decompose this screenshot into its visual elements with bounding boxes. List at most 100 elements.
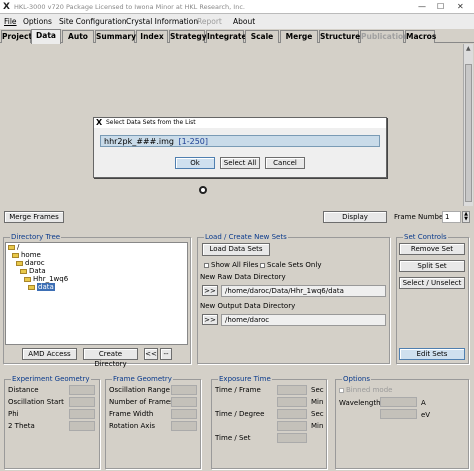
raw-data-directory-field[interactable]: /home/daroc/Data/Hhr_1wq6/data [221,285,386,297]
two-theta-label: 2 Theta [8,422,35,430]
dialog-titlebar: X Select Data Sets from the List [94,118,386,128]
number-of-frames-field[interactable] [171,397,197,407]
frame-width-field[interactable] [171,409,197,419]
out-dir-browse-button[interactable]: >> [202,314,218,325]
menu-crystal-information[interactable]: Crystal Information [126,17,198,26]
tab-structure[interactable]: Structure [319,30,360,43]
maximize-icon[interactable]: ☐ [437,2,444,11]
select-unselect-button[interactable]: Select / Unselect [399,277,465,289]
tab-merge[interactable]: Merge [280,30,318,43]
time-per-frame-field[interactable] [277,385,307,395]
number-of-frames-label: Number of Frames [109,398,174,406]
dash-button[interactable]: -- [160,348,172,360]
energy-unit-ev: eV [421,411,431,419]
merge-frames-button[interactable]: Merge Frames [4,211,64,223]
show-all-files-checkbox[interactable]: Show All Files [204,261,258,269]
distance-field[interactable] [69,385,95,395]
tab-macros[interactable]: Macros [405,30,436,43]
menu-report[interactable]: Report [197,17,222,26]
tree-item-root[interactable]: / [8,243,19,251]
tab-project[interactable]: Project [1,30,32,43]
wavelength-label: Wavelength [339,399,381,407]
tab-data[interactable]: Data [31,29,61,44]
create-directory-button[interactable]: Create Directory [83,348,138,368]
back-button[interactable]: << [144,348,158,360]
time-extra-field[interactable] [277,421,307,431]
load-data-sets-button[interactable]: Load Data Sets [202,243,270,256]
wavelength-field[interactable] [380,397,417,407]
oscillation-start-field[interactable] [69,397,95,407]
cancel-button[interactable]: Cancel [265,157,305,169]
minimize-icon[interactable]: — [418,2,426,11]
app-logo-icon: X [3,2,10,12]
split-set-button[interactable]: Split Set [399,260,465,272]
checkbox-icon [260,262,265,268]
menu-about[interactable]: About [233,17,255,26]
display-button[interactable]: Display [323,211,387,223]
folder-icon [16,260,23,266]
dialog-logo-icon: X [96,118,103,127]
rotation-axis-label: Rotation Axis [109,422,156,430]
time-per-frame-unit: Sec [311,386,324,394]
load-create-sets-panel: Load / Create New Sets [197,233,390,364]
checkbox-icon [339,387,344,393]
amd-access-button[interactable]: AMD Access [22,348,77,360]
time-per-set-label: Time / Set [215,434,251,442]
tree-item-daroc[interactable]: daroc [16,259,45,267]
tab-publication[interactable]: Publication [360,30,409,43]
tree-item-home[interactable]: home [12,251,41,259]
tree-item-data-selected[interactable]: data [28,283,55,291]
distance-label: Distance [8,386,39,394]
oscillation-range-field[interactable] [171,385,197,395]
raw-dir-browse-button[interactable]: >> [202,285,218,296]
scroll-up-icon[interactable]: ▲ [466,45,471,52]
frame-width-label: Frame Width [109,410,154,418]
frame-number-spinner[interactable]: ▲ ▼ [462,211,470,223]
rotation-axis-field[interactable] [171,421,197,431]
experiment-geometry-title: Experiment Geometry [11,375,91,383]
two-theta-field[interactable] [69,421,95,431]
dialog-title: Select Data Sets from the List [106,119,196,126]
output-data-directory-label: New Output Data Directory [200,302,296,310]
tab-bar: Project Data Auto Summary Index Strategy… [0,29,474,44]
set-controls-panel: Set Controls [396,233,469,364]
menu-site-configuration[interactable]: Site Configuration [59,17,127,26]
time-min-unit-2: Min [311,422,324,430]
output-data-directory-field[interactable]: /home/daroc [221,314,386,326]
license-text: Package Licensed to Iwona Minor at HKL R… [66,3,245,11]
phi-field[interactable] [69,409,95,419]
oscillation-start-label: Oscillation Start [8,398,64,406]
close-icon[interactable]: ✕ [457,2,464,11]
tree-item-hhr-1wq6[interactable]: Hhr_1wq6 [24,275,68,283]
tab-summary[interactable]: Summary [95,30,136,43]
binned-mode-checkbox[interactable]: Binned mode [339,386,392,394]
frame-number-input[interactable]: 1 [442,211,461,223]
menu-file[interactable]: File [4,17,17,26]
folder-icon [24,276,31,282]
tab-scale[interactable]: Scale [245,30,279,43]
window-titlebar: X HKL-3000 v720 Package Licensed to Iwon… [0,0,474,14]
select-all-button[interactable]: Select All [220,157,260,169]
tab-index[interactable]: Index [136,30,168,43]
time-min-field[interactable] [277,397,307,407]
menu-options[interactable]: Options [23,17,52,26]
time-per-degree-field[interactable] [277,409,307,419]
ok-button[interactable]: Ok [175,157,215,169]
tab-strategy[interactable]: Strategy [169,30,207,43]
tab-auto[interactable]: Auto [62,30,94,43]
directory-tree[interactable]: / home daroc Data Hhr_1wq6 data [5,242,188,345]
raw-data-directory-label: New Raw Data Directory [200,273,286,281]
edit-sets-button[interactable]: Edit Sets [399,348,465,360]
frame-number-label: Frame Number [394,213,447,221]
data-set-list-entry[interactable]: hhr2pk_###.img [1-250] [100,135,380,147]
tab-integrate[interactable]: Integrate [206,30,247,43]
energy-field[interactable] [380,409,417,419]
tree-item-data-dir[interactable]: Data [20,267,46,275]
time-min-unit: Min [311,398,324,406]
time-per-set-field[interactable] [277,433,307,443]
menu-bar: File Options Site Configuration Crystal … [0,14,474,29]
scale-sets-only-checkbox[interactable]: Scale Sets Only [260,261,321,269]
scroll-thumb[interactable] [465,64,472,202]
remove-set-button[interactable]: Remove Set [399,243,465,255]
canvas-scrollbar[interactable]: ▲ [463,44,473,206]
